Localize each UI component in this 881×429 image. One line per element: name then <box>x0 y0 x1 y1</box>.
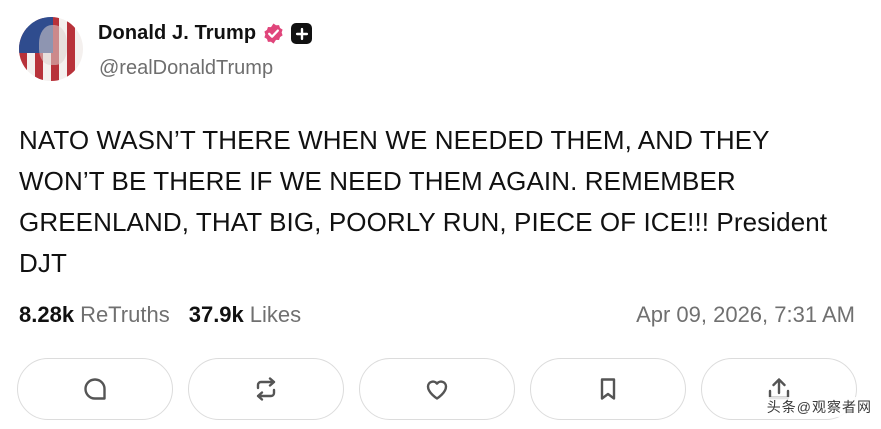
avatar-face <box>39 25 67 65</box>
retruths-label: ReTruths <box>80 302 170 327</box>
post-timestamp: Apr 09, 2026, 7:31 AM <box>636 302 855 327</box>
author-handle[interactable]: @realDonaldTrump <box>99 57 273 80</box>
verified-badge-icon <box>262 22 285 45</box>
retruths-count: 8.28k <box>19 302 75 327</box>
post-stats: 8.28k ReTruths 37.9k Likes <box>19 302 301 328</box>
like-icon <box>426 380 448 400</box>
likes-stat[interactable]: 37.9k Likes <box>189 302 301 328</box>
reply-icon <box>84 378 106 400</box>
retruth-icon <box>256 377 276 401</box>
action-bar <box>17 358 861 420</box>
bookmark-button[interactable] <box>530 358 686 420</box>
avatar[interactable] <box>19 17 83 81</box>
like-button[interactable] <box>359 358 515 420</box>
likes-label: Likes <box>249 302 302 327</box>
bookmark-icon <box>600 378 616 400</box>
retruths-stat[interactable]: 8.28k ReTruths <box>19 302 170 328</box>
watermark: 头条@观察者网 <box>763 397 875 417</box>
author-name-row: Donald J. Trump <box>98 22 313 45</box>
reply-button[interactable] <box>17 358 173 420</box>
post-text: NATO WASN’T THERE WHEN WE NEEDED THEM, A… <box>19 125 828 278</box>
author-display-name[interactable]: Donald J. Trump <box>98 22 256 45</box>
retruth-button[interactable] <box>188 358 344 420</box>
plus-badge-icon <box>291 23 313 44</box>
likes-count: 37.9k <box>188 302 244 327</box>
